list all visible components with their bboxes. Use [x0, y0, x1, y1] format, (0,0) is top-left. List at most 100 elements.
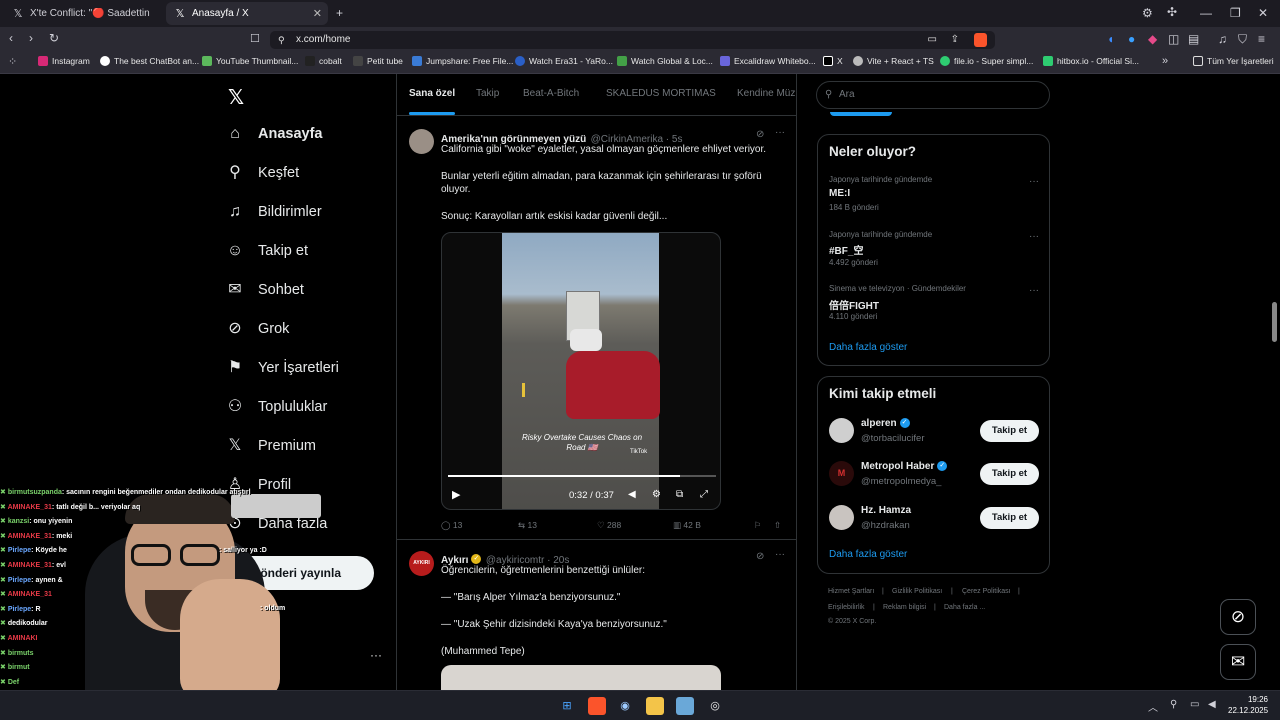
- close-window-icon[interactable]: ✕: [1258, 6, 1268, 20]
- avatar[interactable]: AYKIRI: [409, 551, 434, 576]
- nav-explore[interactable]: ⚲ Keşfet: [226, 164, 299, 182]
- bookmark-item[interactable]: Watch Era31 - YaRo...: [515, 56, 613, 66]
- nav-grok[interactable]: ⊘ Grok: [226, 320, 289, 338]
- avatar[interactable]: [829, 418, 854, 443]
- tweet[interactable]: Amerika'nın görünmeyen yüzü @CirkinAmeri…: [397, 117, 796, 540]
- tab-following[interactable]: Takip: [476, 88, 499, 99]
- tweet[interactable]: AYKIRI Aykırı ✓ @aykiricomtr · 20s ⊘ ··· …: [397, 541, 796, 690]
- brave-browser-icon[interactable]: [588, 697, 606, 715]
- tab-conflict[interactable]: 𝕏 X'te Conflict: "🔴 Saadettin Saran ve: [4, 2, 162, 25]
- bookmark-item[interactable]: Petit tube: [353, 56, 403, 66]
- microphone-icon[interactable]: ⚲: [1170, 699, 1177, 710]
- bookmark-item[interactable]: The best ChatBot an...: [100, 56, 199, 66]
- tweet-image[interactable]: [441, 665, 721, 690]
- follow-button[interactable]: Takip et: [980, 463, 1039, 485]
- nav-chat[interactable]: ✉ Sohbet: [226, 281, 304, 299]
- cast-icon[interactable]: ▭: [928, 31, 937, 49]
- tab-list[interactable]: SKALEDUS MORTIMAS: [606, 88, 716, 99]
- new-tab-icon[interactable]: +: [336, 6, 343, 20]
- display-icon[interactable]: ▭: [1190, 699, 1199, 710]
- reload-icon[interactable]: ↻: [49, 31, 59, 45]
- share-icon[interactable]: ⇪: [951, 31, 959, 49]
- follow-button[interactable]: Takip et: [980, 507, 1039, 529]
- forward-icon[interactable]: ›: [29, 31, 33, 45]
- avatar[interactable]: [409, 129, 434, 154]
- avatar[interactable]: M: [829, 461, 854, 486]
- grok-fab[interactable]: ⊘: [1220, 599, 1256, 635]
- show-more-link[interactable]: Daha fazla göster: [829, 342, 907, 353]
- brave-shield-icon[interactable]: [974, 33, 987, 47]
- nav-bookmarks[interactable]: ⚑ Yer İşaretleri: [226, 359, 339, 377]
- share-button[interactable]: ⇧: [774, 520, 781, 531]
- more-icon[interactable]: ···: [775, 127, 785, 138]
- close-tab-icon[interactable]: ✕: [313, 7, 322, 20]
- bookmark-item[interactable]: YouTube Thumbnail...: [202, 56, 298, 66]
- system-clock[interactable]: 19:26 22.12.2025: [1228, 694, 1268, 716]
- sidebar-icon[interactable]: ▤: [1188, 32, 1199, 46]
- file-explorer-icon[interactable]: [646, 697, 664, 715]
- nav-communities[interactable]: ⚇ Topluluklar: [226, 398, 328, 416]
- like-button[interactable]: ♡ 288: [597, 520, 621, 531]
- tab-list[interactable]: Kendine Müz: [737, 88, 795, 99]
- bookmark-item[interactable]: Watch Global & Loc...: [617, 56, 713, 66]
- bookmark-item[interactable]: Instagram: [38, 56, 90, 66]
- bookmark-item[interactable]: Jumpshare: Free File...: [412, 56, 513, 66]
- apps-grid-icon[interactable]: ⁘: [8, 55, 17, 68]
- url-field[interactable]: ⚲ x.com/home ▭ ⇪: [270, 31, 995, 49]
- more-bookmarks-icon[interactable]: »: [1162, 55, 1168, 67]
- obs-icon[interactable]: ◎: [706, 697, 724, 715]
- scrollbar-thumb[interactable]: [1272, 302, 1277, 342]
- bookmark-item[interactable]: file.io - Super simpl...: [940, 56, 1033, 66]
- app-icon[interactable]: [676, 697, 694, 715]
- bookmark-item[interactable]: X: [823, 56, 843, 66]
- footer-link[interactable]: Erişilebilirlik: [828, 604, 865, 611]
- menu-icon[interactable]: ≡: [1258, 32, 1265, 46]
- footer-link[interactable]: Çerez Politikası: [962, 588, 1011, 595]
- speaker-icon[interactable]: ◀: [1208, 699, 1216, 710]
- vpn-icon[interactable]: ⛉: [1238, 32, 1247, 47]
- extension-pink-icon[interactable]: ◆: [1148, 32, 1157, 46]
- bookmark-item[interactable]: Excalidraw Whitebo...: [720, 56, 816, 66]
- windows-start-icon[interactable]: ⊞: [558, 697, 576, 715]
- settings-icon[interactable]: ⚙: [652, 489, 661, 500]
- grok-icon[interactable]: ⊘: [756, 129, 764, 140]
- footer-link[interactable]: Daha fazla ...: [944, 604, 985, 611]
- leo-icon[interactable]: ◖: [1107, 32, 1114, 46]
- extension-icon[interactable]: ◫: [1168, 32, 1179, 46]
- fullscreen-icon[interactable]: ⤢: [700, 489, 708, 500]
- tab-home[interactable]: 𝕏 Anasayfa / X ✕: [166, 2, 328, 25]
- pip-icon[interactable]: ⧉: [676, 489, 683, 500]
- tab-list[interactable]: Beat-A-Bitch: [523, 88, 579, 99]
- x-logo-icon[interactable]: 𝕏: [228, 85, 244, 110]
- follow-button[interactable]: Takip et: [980, 420, 1039, 442]
- account-menu-icon[interactable]: ···: [370, 648, 382, 662]
- avatar[interactable]: [829, 505, 854, 530]
- back-icon[interactable]: ‹: [9, 31, 13, 45]
- messages-fab[interactable]: ✉: [1220, 644, 1256, 680]
- site-info-icon[interactable]: ⚲: [278, 31, 285, 49]
- show-more-link[interactable]: Daha fazla göster: [829, 549, 907, 560]
- all-bookmarks[interactable]: Tüm Yer İşaretleri: [1193, 56, 1274, 66]
- tray-chevron-icon[interactable]: ︿: [1148, 699, 1158, 714]
- repost-button[interactable]: ⇆ 13: [518, 520, 537, 531]
- minimize-icon[interactable]: —: [1200, 6, 1212, 20]
- nav-notifications[interactable]: ♫ Bildirimler: [226, 203, 322, 221]
- video-progress-track[interactable]: [448, 475, 716, 477]
- more-icon[interactable]: ···: [775, 549, 785, 560]
- steam-icon[interactable]: ◉: [616, 697, 634, 715]
- bookmark-item[interactable]: Vite + React + TS: [853, 56, 934, 66]
- maximize-icon[interactable]: ❐: [1230, 6, 1241, 20]
- volume-icon[interactable]: ◀: [628, 489, 636, 500]
- extensions-icon[interactable]: ⚙: [1142, 6, 1153, 20]
- bookmark-icon[interactable]: ☐: [250, 32, 260, 45]
- nav-follow[interactable]: ☺ Takip et: [226, 242, 308, 260]
- footer-link[interactable]: Hizmet Şartları: [828, 588, 874, 595]
- bookmark-item[interactable]: hitbox.io - Official Si...: [1043, 56, 1139, 66]
- bookmark-item[interactable]: cobalt: [305, 56, 342, 66]
- nav-premium[interactable]: 𝕏 Premium: [226, 437, 316, 455]
- grok-icon[interactable]: ⊘: [756, 551, 764, 562]
- play-icon[interactable]: ▶: [452, 488, 460, 501]
- more-icon[interactable]: ···: [1029, 231, 1039, 242]
- extension-blue-icon[interactable]: ●: [1128, 32, 1135, 46]
- footer-link[interactable]: Gizlilik Politikası: [892, 588, 942, 595]
